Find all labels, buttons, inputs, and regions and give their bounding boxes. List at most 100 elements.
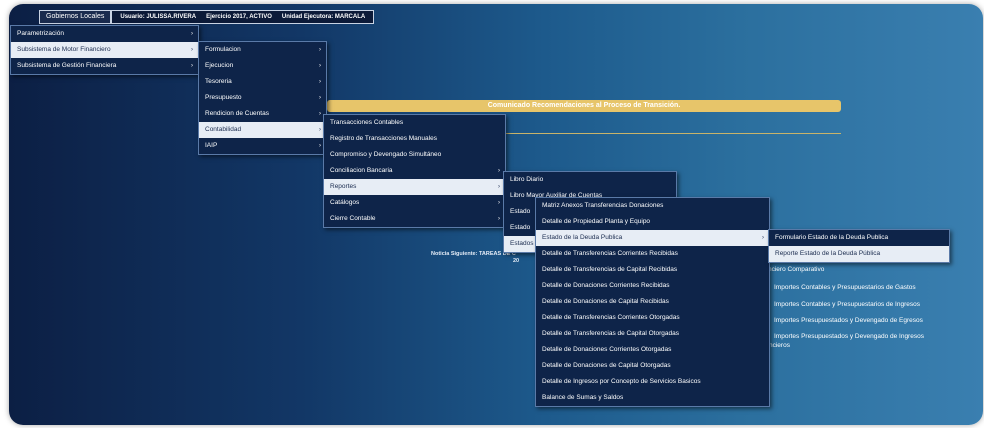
menu-item-ingresos-servicios-basicos[interactable]: Detalle de Ingresos por Concepto de Serv… xyxy=(536,374,769,390)
menu-deuda-publica: Formulario Estado de la Deuda Publica Re… xyxy=(768,229,950,263)
menu-item-label: Detalle de Donaciones de Capital Otorgad… xyxy=(542,362,671,369)
menu-item-label: Detalle de Donaciones Corrientes Recibid… xyxy=(542,282,670,289)
menu-item-transf-corrientes-recibidas[interactable]: Detalle de Transferencias Corrientes Rec… xyxy=(536,246,769,262)
chevron-right-icon: › xyxy=(319,47,321,53)
menu-item-rendicion-cuentas[interactable]: Rendicion de Cuentas › xyxy=(199,106,326,122)
menu-item-reporte-deuda[interactable]: Reporte Estado de la Deuda Pública xyxy=(769,246,949,262)
menu-item-cierre-contable[interactable]: Cierre Contable › xyxy=(324,211,505,227)
chevron-right-icon: › xyxy=(319,111,321,117)
menu-item-formulacion[interactable]: Formulacion › xyxy=(199,42,326,58)
bg-report-item[interactable]: Importes Contables y Presupuestarios de … xyxy=(774,301,920,308)
menu-motor-financiero: Formulacion › Ejecucion › Tesoreria › Presu… xyxy=(198,41,327,155)
menu-item-label: Detalle de Ingresos por Concepto de Serv… xyxy=(542,378,701,385)
menu-item-label: Presupuesto xyxy=(205,94,242,101)
app-window: Gobiernos Locales Usuario: JULISSA.RIVER… xyxy=(9,4,983,425)
menu-item-label: Compromiso y Devengado Simultáneo xyxy=(330,151,442,158)
chevron-right-icon: › xyxy=(191,63,193,69)
chevron-right-icon: › xyxy=(191,47,193,53)
menu-item-label: Registro de Transacciones Manuales xyxy=(330,135,437,142)
menu-item-label: IAIP xyxy=(205,142,218,149)
next-notice-year: 20 xyxy=(513,258,520,264)
year-label: Ejercicio 2017, ACTIVO xyxy=(206,14,272,20)
menu-item-libro-diario[interactable]: Libro Diario xyxy=(504,172,676,188)
menu-item-label: Ejecucion xyxy=(205,62,234,69)
session-info: Usuario: JULISSA.RIVERA Ejercicio 2017, … xyxy=(111,10,375,24)
menu-item-label: Formulacion xyxy=(205,46,241,53)
menu-item-label: Formulario Estado de la Deuda Publica xyxy=(775,234,889,241)
menu-item-label: Reportes xyxy=(330,183,357,190)
menu-item-matriz-anexos[interactable]: Matriz Anexos Transferencias Donaciones xyxy=(536,198,769,214)
menu-item-donaciones-capital-otorgadas[interactable]: Detalle de Donaciones de Capital Otorgad… xyxy=(536,358,769,374)
menu-item-donaciones-capital-recibidas[interactable]: Detalle de Donaciones de Capital Recibid… xyxy=(536,294,769,310)
bg-report-item[interactable]: Importes Presupuestados y Devengado de E… xyxy=(774,317,923,324)
menu-item-label: Detalle de Transferencias de Capital Rec… xyxy=(542,266,678,273)
menu-item-label: Cierre Contable xyxy=(330,215,376,222)
menu-item-label: Matriz Anexos Transferencias Donaciones xyxy=(542,202,664,209)
menu-item-label: Estado xyxy=(510,208,531,215)
menu-item-label: Contabilidad xyxy=(205,126,242,133)
bg-report-item[interactable]: nciero Comparativo xyxy=(768,266,824,273)
menu-item-transacciones-contables[interactable]: Transacciones Contables xyxy=(324,115,505,131)
menu-item-label: Parametrización xyxy=(17,30,64,37)
menu-item-label: Tesoreria xyxy=(205,78,232,85)
menu-item-gestion-financiera[interactable]: Subsistema de Gestión Financiera › xyxy=(11,58,198,74)
chevron-right-icon: › xyxy=(498,200,500,206)
menu-item-donaciones-corrientes-otorgadas[interactable]: Detalle de Donaciones Corrientes Otorgad… xyxy=(536,342,769,358)
menu-contabilidad: Transacciones Contables Registro de Tran… xyxy=(323,114,506,228)
menu-item-propiedad-planta[interactable]: Detalle de Propiedad Planta y Equipo xyxy=(536,214,769,230)
module-button[interactable]: Gobiernos Locales xyxy=(39,10,112,24)
menu-item-label: Subsistema de Motor Financiero xyxy=(17,46,111,53)
chevron-right-icon: › xyxy=(498,168,500,174)
menu-item-label: Estado xyxy=(510,224,531,231)
menu-item-conciliacion-bancaria[interactable]: Conciliacion Bancaria › xyxy=(324,163,505,179)
menu-item-motor-financiero[interactable]: Subsistema de Motor Financiero › xyxy=(11,42,198,58)
menu-item-label: Detalle de Donaciones de Capital Recibid… xyxy=(542,298,669,305)
menu-item-donaciones-corrientes-recibidas[interactable]: Detalle de Donaciones Corrientes Recibid… xyxy=(536,278,769,294)
bg-report-item[interactable]: Importes Contables y Presupuestarios de … xyxy=(774,284,916,291)
chevron-right-icon: › xyxy=(319,79,321,85)
menu-item-balance-sumas-saldos[interactable]: Balance de Sumas y Saldos xyxy=(536,390,769,406)
menu-item-label: Detalle de Transferencias de Capital Oto… xyxy=(542,330,679,337)
chevron-right-icon: › xyxy=(762,235,764,241)
menu-item-transf-capital-otorgadas[interactable]: Detalle de Transferencias de Capital Oto… xyxy=(536,326,769,342)
chevron-right-icon: › xyxy=(319,63,321,69)
user-label: Usuario: JULISSA.RIVERA xyxy=(120,14,197,20)
menu-item-label: Detalle de Propiedad Planta y Equipo xyxy=(542,218,651,225)
menu-item-label: Detalle de Donaciones Corrientes Otorgad… xyxy=(542,346,672,353)
bg-report-item[interactable]: ncieros xyxy=(769,342,790,349)
menu-item-label: Balance de Sumas y Saldos xyxy=(542,394,624,401)
chevron-right-icon: › xyxy=(498,216,500,222)
menu-item-reportes[interactable]: Reportes › xyxy=(324,179,505,195)
menu-estados: Matriz Anexos Transferencias Donaciones … xyxy=(535,197,770,407)
menu-item-label: Subsistema de Gestión Financiera xyxy=(17,62,117,69)
menu-item-label: Estado de la Deuda Publica xyxy=(542,234,623,241)
menu-main: Parametrización › Subsistema de Motor Fin… xyxy=(10,25,199,75)
menu-item-registro-transacciones[interactable]: Registro de Transacciones Manuales xyxy=(324,131,505,147)
menu-item-contabilidad[interactable]: Contabilidad › xyxy=(199,122,326,138)
menu-item-tesoreria[interactable]: Tesoreria › xyxy=(199,74,326,90)
menu-item-formulario-deuda[interactable]: Formulario Estado de la Deuda Publica xyxy=(769,230,949,246)
menu-item-label: Reporte Estado de la Deuda Pública xyxy=(775,250,881,257)
menu-item-label: Libro Diario xyxy=(510,176,544,183)
menu-item-label: Rendicion de Cuentas xyxy=(205,110,269,117)
menu-item-parametrizacion[interactable]: Parametrización › xyxy=(11,26,198,42)
menu-item-compromiso-devengado[interactable]: Compromiso y Devengado Simultáneo xyxy=(324,147,505,163)
menu-item-deuda-publica[interactable]: Estado de la Deuda Publica › xyxy=(536,230,769,246)
bg-report-item[interactable]: Importes Presupuestados y Devengado de I… xyxy=(774,333,924,340)
announcement-banner: Comunicado Recomendaciones al Proceso de… xyxy=(327,100,841,112)
menu-item-catalogos[interactable]: Catálogos › xyxy=(324,195,505,211)
top-bar: Gobiernos Locales Usuario: JULISSA.RIVER… xyxy=(39,10,375,24)
menu-item-label: Detalle de Transferencias Corrientes Rec… xyxy=(542,250,678,257)
unit-label: Unidad Ejecutora: MARCALA xyxy=(281,14,366,20)
menu-item-transf-capital-recibidas[interactable]: Detalle de Transferencias de Capital Rec… xyxy=(536,262,769,278)
chevron-right-icon: › xyxy=(319,95,321,101)
menu-item-ejecucion[interactable]: Ejecucion › xyxy=(199,58,326,74)
menu-item-presupuesto[interactable]: Presupuesto › xyxy=(199,90,326,106)
menu-item-iaip[interactable]: IAIP › xyxy=(199,138,326,154)
chevron-right-icon: › xyxy=(191,31,193,37)
menu-item-label: Conciliacion Bancaria xyxy=(330,167,393,174)
menu-item-transf-corrientes-otorgadas[interactable]: Detalle de Transferencias Corrientes Oto… xyxy=(536,310,769,326)
menu-item-label: Detalle de Transferencias Corrientes Oto… xyxy=(542,314,680,321)
chevron-right-icon: › xyxy=(319,143,321,149)
menu-item-label: Estados xyxy=(510,240,534,247)
